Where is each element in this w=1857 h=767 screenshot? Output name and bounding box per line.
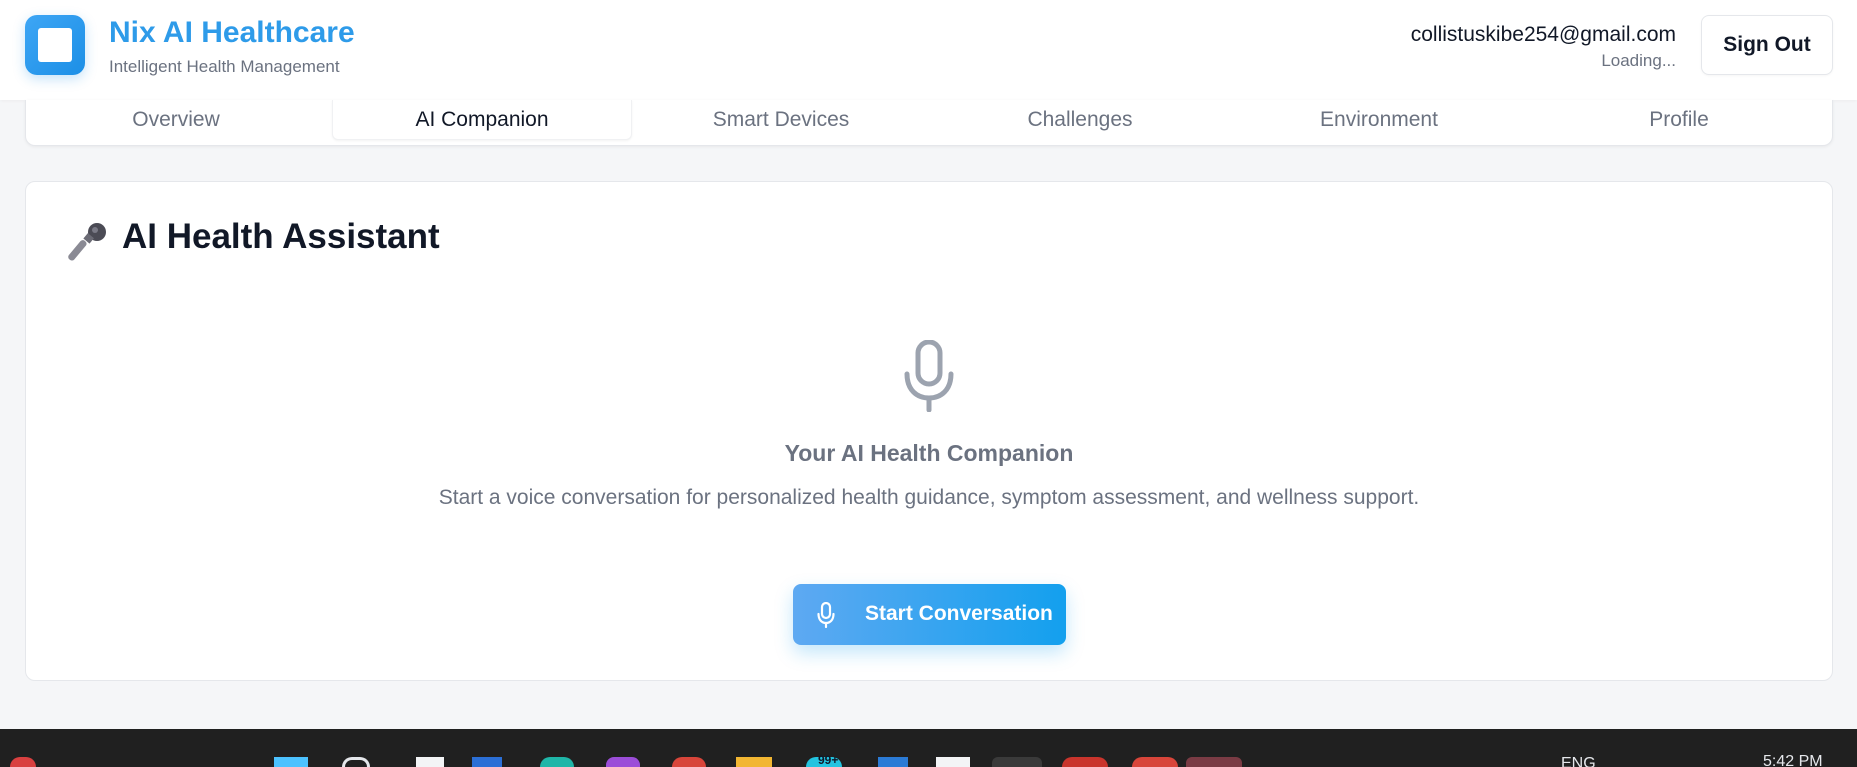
- tab-overview[interactable]: Overview: [26, 100, 326, 140]
- folder-icon[interactable]: [736, 757, 772, 767]
- user-email: collistuskibe254@gmail.com: [1410, 23, 1676, 46]
- chrome-profile-icon[interactable]: [1062, 757, 1108, 767]
- tab-ai-companion[interactable]: AI Companion: [332, 100, 632, 140]
- app-icon[interactable]: [472, 757, 502, 767]
- chrome-icon[interactable]: [672, 757, 706, 767]
- user-status: Loading...: [1601, 51, 1676, 70]
- start-conversation-label: Start Conversation: [865, 602, 1053, 625]
- tab-challenges[interactable]: Challenges: [930, 100, 1230, 140]
- taskbar-badge: 99+: [818, 753, 839, 767]
- tab-environment[interactable]: Environment: [1229, 100, 1529, 140]
- notification-badge-icon[interactable]: [10, 757, 36, 767]
- active-app-icon[interactable]: [1186, 757, 1242, 767]
- vscode-icon[interactable]: [878, 757, 908, 767]
- app-logo: [25, 15, 85, 75]
- companion-title: Your AI Health Companion: [784, 440, 1074, 466]
- companion-description: Start a voice conversation for personali…: [438, 486, 1420, 509]
- sign-out-button[interactable]: Sign Out: [1701, 15, 1833, 75]
- app-title: Nix AI Healthcare: [109, 16, 355, 49]
- microphone-emoji-icon: [68, 223, 106, 261]
- logo-square-icon: [38, 28, 72, 62]
- browser-icon[interactable]: [540, 757, 574, 767]
- language-indicator[interactable]: ENG: [1561, 755, 1596, 767]
- search-icon[interactable]: [342, 757, 370, 767]
- task-view-icon[interactable]: [416, 757, 444, 767]
- start-conversation-button[interactable]: Start Conversation: [793, 584, 1066, 645]
- assistant-title: AI Health Assistant: [122, 217, 440, 256]
- microphone-icon: [817, 602, 835, 628]
- tab-smart-devices[interactable]: Smart Devices: [631, 100, 931, 140]
- chrome-profile-icon[interactable]: [1132, 757, 1178, 767]
- app-icon[interactable]: [606, 757, 640, 767]
- os-taskbar: 99+ ENG 5:42 PM: [0, 729, 1857, 767]
- chrome-profile-icon[interactable]: [992, 757, 1042, 767]
- clock-time[interactable]: 5:42 PM: [1763, 753, 1823, 767]
- app-subtitle: Intelligent Health Management: [109, 57, 340, 76]
- start-menu-icon[interactable]: [274, 757, 308, 767]
- app-icon[interactable]: [936, 757, 970, 767]
- tab-profile[interactable]: Profile: [1529, 100, 1829, 140]
- ai-assistant-card: AI Health Assistant Your AI Health Compa…: [25, 181, 1833, 681]
- microphone-icon: [904, 340, 954, 412]
- main-tab-bar: Overview AI Companion Smart Devices Chal…: [25, 100, 1833, 146]
- app-header: Nix AI Healthcare Intelligent Health Man…: [0, 0, 1857, 100]
